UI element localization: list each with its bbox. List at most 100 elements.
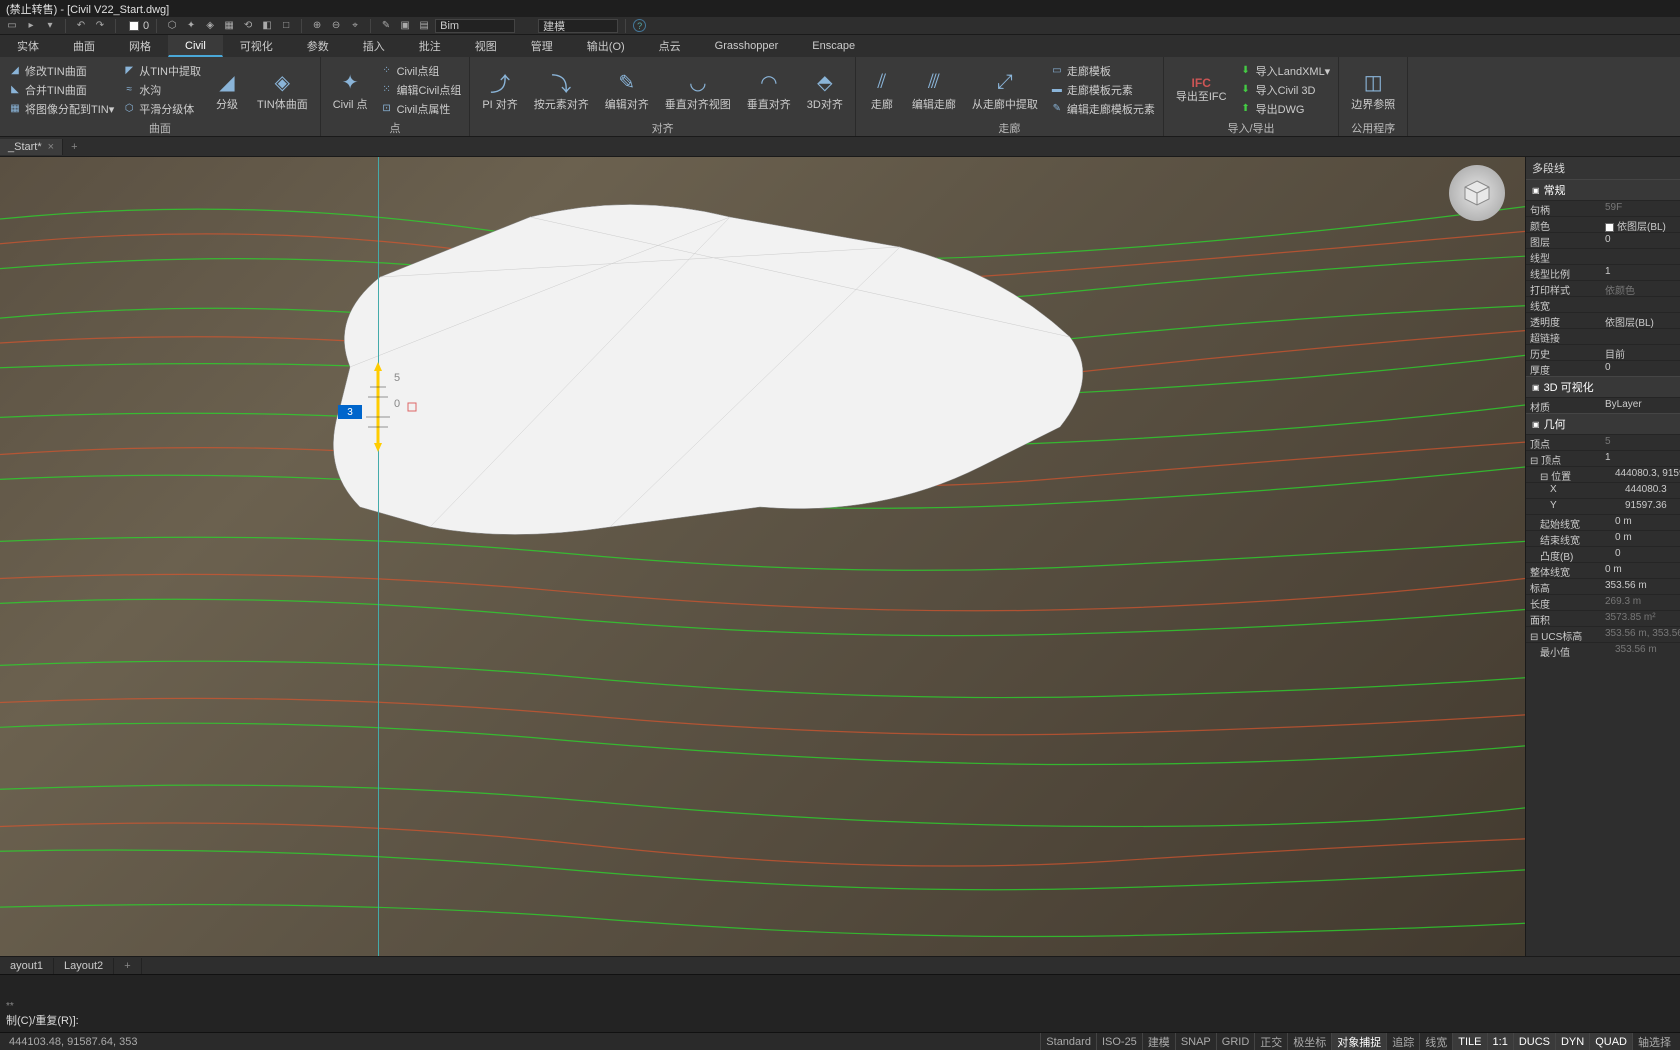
cmd-merge-tin[interactable]: ◣合并TIN曲面 bbox=[6, 81, 116, 99]
status-toggle-DUCS[interactable]: DUCS bbox=[1513, 1033, 1555, 1050]
props-row[interactable]: 结束线宽0 m bbox=[1526, 530, 1680, 546]
ribbon-tab-批注[interactable]: 批注 bbox=[402, 35, 458, 57]
cmd-import-civil3d[interactable]: ⬇导入Civil 3D bbox=[1237, 81, 1333, 99]
tool-icon[interactable]: ⬡ bbox=[164, 18, 180, 34]
props-row[interactable]: ⊟ 顶点1 bbox=[1526, 450, 1680, 466]
cmd-ifc[interactable]: IFC导出至IFC bbox=[1170, 75, 1233, 105]
help-icon[interactable]: ? bbox=[633, 19, 646, 32]
props-row[interactable]: 历史目前 bbox=[1526, 344, 1680, 360]
props-row[interactable]: 句柄59F bbox=[1526, 200, 1680, 216]
status-toggle-追踪[interactable]: 追踪 bbox=[1386, 1033, 1419, 1050]
add-document-tab[interactable]: + bbox=[63, 139, 85, 155]
ribbon-tab-网格[interactable]: 网格 bbox=[112, 35, 168, 57]
status-toggle-1:1[interactable]: 1:1 bbox=[1487, 1033, 1513, 1050]
props-section-header[interactable]: ▣常规 bbox=[1526, 179, 1680, 200]
props-row[interactable]: X444080.3 bbox=[1526, 482, 1680, 498]
cmd-modify-tin[interactable]: ◢修改TIN曲面 bbox=[6, 62, 116, 80]
props-row[interactable]: 标高353.56 m bbox=[1526, 578, 1680, 594]
command-line[interactable]: ** 制(C)/重复(R)]: bbox=[0, 974, 1680, 1032]
tool-icon[interactable]: □ bbox=[278, 18, 294, 34]
cmd-export-dwg[interactable]: ⬆导出DWG bbox=[1237, 100, 1333, 118]
props-row[interactable]: 材质ByLayer bbox=[1526, 397, 1680, 413]
ribbon-tab-grasshopper[interactable]: Grasshopper bbox=[698, 35, 796, 57]
layout-tab[interactable]: Layout2 bbox=[54, 958, 114, 974]
cmd-valign[interactable]: ◠垂直对齐 bbox=[741, 67, 797, 113]
cmd-edit-point-group[interactable]: ⁙编辑Civil点组 bbox=[378, 81, 464, 99]
document-tab[interactable]: _Start* × bbox=[0, 139, 63, 155]
props-row[interactable]: 面积3573.85 m² bbox=[1526, 610, 1680, 626]
props-row[interactable]: 最小值353.56 m bbox=[1526, 642, 1680, 658]
status-toggle-QUAD[interactable]: QUAD bbox=[1589, 1033, 1632, 1050]
cmd-elem-align[interactable]: ⤵按元素对齐 bbox=[528, 67, 595, 113]
status-toggle-极坐标[interactable]: 极坐标 bbox=[1287, 1033, 1331, 1050]
ribbon-tab-插入[interactable]: 插入 bbox=[346, 35, 402, 57]
tool-icon[interactable]: ▤ bbox=[416, 18, 432, 34]
cmd-edit-corridor[interactable]: ⫻编辑走廊 bbox=[906, 67, 962, 113]
cmd-extract-tin[interactable]: ◤从TIN中提取 bbox=[120, 62, 203, 80]
cmd-point-group[interactable]: ⁘Civil点组 bbox=[378, 62, 464, 80]
tool-icon[interactable]: ⊕ bbox=[309, 18, 325, 34]
props-row[interactable]: 顶点5 bbox=[1526, 434, 1680, 450]
open-icon[interactable]: ▸ bbox=[23, 18, 39, 34]
save-icon[interactable]: ▾ bbox=[42, 18, 58, 34]
cmd-extract-corridor[interactable]: ⤢从走廊中提取 bbox=[966, 67, 1044, 113]
cmd-grading[interactable]: ◢分级 bbox=[207, 67, 247, 113]
cmd-corridor-tpl-elem[interactable]: ▬走廊模板元素 bbox=[1048, 81, 1157, 99]
props-section-header[interactable]: ▣3D 可视化 bbox=[1526, 376, 1680, 397]
tool-icon[interactable]: ⟲ bbox=[240, 18, 256, 34]
status-mode[interactable]: 建模 bbox=[1142, 1033, 1175, 1050]
cmd-pi-align[interactable]: ⤴PI 对齐 bbox=[476, 67, 523, 113]
cmd-tin-solid[interactable]: ◈TIN体曲面 bbox=[251, 67, 314, 113]
tool-icon[interactable]: ✦ bbox=[183, 18, 199, 34]
ribbon-tab-enscape[interactable]: Enscape bbox=[795, 35, 872, 57]
layer-selector[interactable]: 0 bbox=[129, 20, 149, 32]
status-iso[interactable]: ISO-25 bbox=[1096, 1033, 1142, 1050]
props-row[interactable]: ⊟ 位置444080.3, 91597. bbox=[1526, 466, 1680, 482]
cmd-edit-align[interactable]: ✎编辑对齐 bbox=[599, 67, 655, 113]
layout-tab[interactable]: ayout1 bbox=[0, 958, 54, 974]
tool-icon[interactable]: ▦ bbox=[221, 18, 237, 34]
status-toggle-对象捕捉[interactable]: 对象捕捉 bbox=[1331, 1033, 1386, 1050]
tool-icon[interactable]: ⊖ bbox=[328, 18, 344, 34]
model-viewport[interactable]: 5 0 bbox=[0, 157, 1525, 956]
tool-icon[interactable]: ⌖ bbox=[347, 18, 363, 34]
status-toggle-线宽[interactable]: 线宽 bbox=[1419, 1033, 1452, 1050]
tool-icon[interactable]: ◈ bbox=[202, 18, 218, 34]
ribbon-tab-实体[interactable]: 实体 bbox=[0, 35, 56, 57]
close-icon[interactable]: × bbox=[48, 141, 54, 153]
props-row[interactable]: 整体线宽0 m bbox=[1526, 562, 1680, 578]
props-row[interactable]: 超链接 bbox=[1526, 328, 1680, 344]
cmd-civil-point[interactable]: ✦Civil 点 bbox=[327, 67, 374, 113]
props-row[interactable]: 起始线宽0 m bbox=[1526, 514, 1680, 530]
undo-icon[interactable]: ↶ bbox=[73, 18, 89, 34]
ribbon-tab-曲面[interactable]: 曲面 bbox=[56, 35, 112, 57]
cmd-edit-corridor-tpl[interactable]: ✎编辑走廊模板元素 bbox=[1048, 100, 1157, 118]
props-row[interactable]: 线型 bbox=[1526, 248, 1680, 264]
cmd-3d-align[interactable]: ⬘3D对齐 bbox=[801, 67, 849, 113]
cmd-smooth-grade[interactable]: ⬡平滑分级体 bbox=[120, 100, 203, 118]
cmd-valign-view[interactable]: ◡垂直对齐视图 bbox=[659, 67, 737, 113]
props-row[interactable]: 透明度依图层(BL) bbox=[1526, 312, 1680, 328]
ribbon-tab-civil[interactable]: Civil bbox=[168, 35, 223, 57]
cmd-corridor-tpl[interactable]: ▭走廊模板 bbox=[1048, 62, 1157, 80]
props-row[interactable]: 线宽 bbox=[1526, 296, 1680, 312]
status-toggle-正交[interactable]: 正交 bbox=[1254, 1033, 1287, 1050]
props-row[interactable]: ⊟ UCS标高353.56 m, 353.56 bbox=[1526, 626, 1680, 642]
status-toggle-轴选择[interactable]: 轴选择 bbox=[1632, 1033, 1676, 1050]
cmd-assign-image[interactable]: ▦将图像分配到TIN▾ bbox=[6, 100, 116, 118]
props-row[interactable]: 颜色依图层(BL) bbox=[1526, 216, 1680, 232]
ribbon-tab-输出(o)[interactable]: 输出(O) bbox=[570, 35, 642, 57]
viewcube[interactable] bbox=[1449, 165, 1505, 221]
ribbon-tab-点云[interactable]: 点云 bbox=[642, 35, 698, 57]
cmd-boundary-ref[interactable]: ◫边界参照 bbox=[1345, 67, 1401, 113]
ribbon-tab-管理[interactable]: 管理 bbox=[514, 35, 570, 57]
props-row[interactable]: 图层0 bbox=[1526, 232, 1680, 248]
profile-combo[interactable]: Bim bbox=[435, 19, 515, 33]
props-row[interactable]: 凸度(B)0 bbox=[1526, 546, 1680, 562]
tool-icon[interactable]: ◧ bbox=[259, 18, 275, 34]
status-toggle-SNAP[interactable]: SNAP bbox=[1175, 1033, 1216, 1050]
props-section-header[interactable]: ▣几何 bbox=[1526, 413, 1680, 434]
status-toggle-GRID[interactable]: GRID bbox=[1216, 1033, 1255, 1050]
mode-combo[interactable]: 建模 bbox=[538, 19, 618, 33]
distance-input[interactable] bbox=[338, 405, 362, 419]
